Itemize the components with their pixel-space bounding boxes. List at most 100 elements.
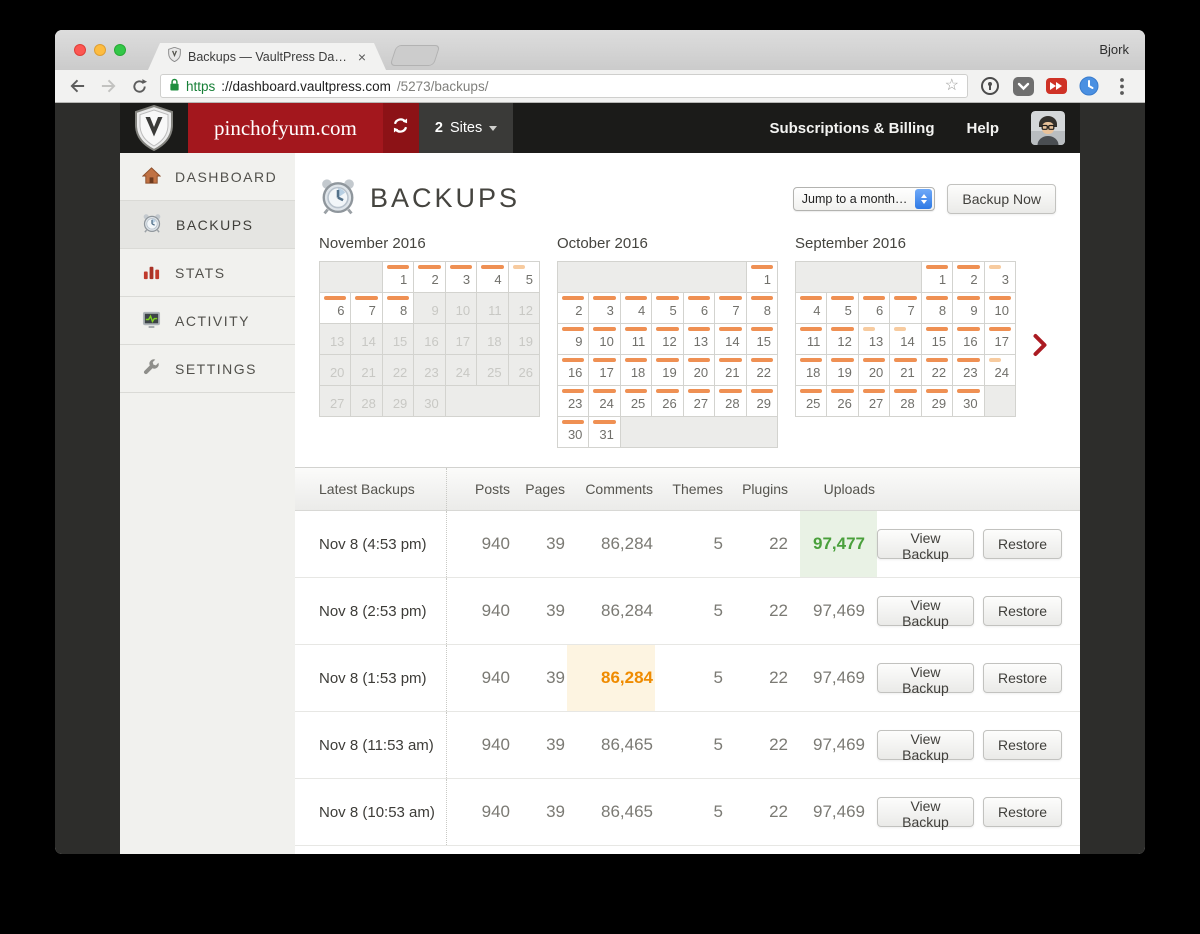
keyhole-circle-icon[interactable] (979, 75, 1001, 97)
calendar-day[interactable]: 12 (652, 324, 684, 355)
calendar-day[interactable]: 27 (683, 386, 716, 417)
new-tab-button[interactable] (389, 45, 441, 66)
calendar-day[interactable]: 4 (620, 293, 653, 324)
calendar-day[interactable]: 24 (984, 355, 1016, 386)
fast-forward-icon[interactable] (1045, 75, 1067, 97)
calendar-day[interactable]: 30 (953, 386, 985, 417)
sidebar-item-backups[interactable]: BACKUPS (120, 201, 295, 249)
close-window-button[interactable] (74, 44, 86, 56)
calendar-day[interactable]: 6 (683, 293, 716, 324)
calendar-day[interactable]: 2 (558, 293, 590, 324)
calendar-day[interactable]: 1 (746, 262, 778, 293)
avatar[interactable] (1031, 111, 1065, 145)
restore-button[interactable]: Restore (982, 663, 1062, 693)
calendar-day[interactable]: 25 (796, 386, 828, 417)
calendar-day[interactable]: 28 (715, 386, 747, 417)
view-backup-button[interactable]: View Backup (877, 529, 974, 562)
restore-button[interactable]: Restore (982, 596, 1062, 626)
calendar-day[interactable]: 6 (320, 293, 352, 324)
calendar-day[interactable]: 21 (890, 355, 922, 386)
forward-button[interactable] (98, 76, 118, 96)
calendar-day[interactable]: 19 (827, 355, 859, 386)
clock-icon[interactable] (1078, 75, 1100, 97)
calendar-day[interactable]: 3 (984, 262, 1016, 293)
calendar-day[interactable]: 3 (589, 293, 621, 324)
bookmark-star-icon[interactable]: ☆ (945, 78, 959, 94)
calendar-day[interactable]: 17 (984, 324, 1016, 355)
calendar-day[interactable]: 29 (921, 386, 954, 417)
zoom-window-button[interactable] (114, 44, 126, 56)
calendar-day[interactable]: 7 (715, 293, 747, 324)
calendar-day[interactable]: 28 (890, 386, 922, 417)
calendar-day[interactable]: 7 (890, 293, 922, 324)
minimize-window-button[interactable] (94, 44, 106, 56)
sidebar-item-settings[interactable]: SETTINGS (120, 345, 295, 393)
calendar-day[interactable]: 13 (683, 324, 716, 355)
calendar-day[interactable]: 26 (652, 386, 684, 417)
month-select[interactable]: Jump to a month… (792, 186, 936, 211)
calendar-day[interactable]: 16 (558, 355, 590, 386)
calendar-day[interactable]: 18 (620, 355, 653, 386)
browser-tab[interactable]: Backups — VaultPress Dashbo × (148, 43, 386, 70)
calendar-day[interactable]: 15 (746, 324, 778, 355)
calendar-day[interactable]: 7 (351, 293, 383, 324)
calendar-day[interactable]: 22 (921, 355, 954, 386)
calendar-day[interactable]: 3 (445, 262, 478, 293)
calendar-day[interactable]: 23 (558, 386, 590, 417)
calendar-day[interactable]: 20 (858, 355, 891, 386)
tab-close-icon[interactable]: × (358, 49, 366, 65)
current-site-button[interactable]: pinchofyum.com (188, 103, 383, 153)
calendar-day[interactable]: 8 (921, 293, 954, 324)
calendar-day[interactable]: 4 (477, 262, 509, 293)
vaultpress-logo-icon[interactable] (120, 103, 188, 153)
calendar-day[interactable]: 11 (620, 324, 653, 355)
view-backup-button[interactable]: View Backup (877, 596, 974, 629)
calendar-day[interactable]: 10 (589, 324, 621, 355)
calendar-day[interactable]: 14 (890, 324, 922, 355)
calendar-day[interactable]: 9 (558, 324, 590, 355)
calendar-day[interactable]: 14 (715, 324, 747, 355)
calendar-day[interactable]: 15 (921, 324, 954, 355)
calendar-day[interactable]: 10 (984, 293, 1016, 324)
calendar-day[interactable]: 17 (589, 355, 621, 386)
sidebar-item-dashboard[interactable]: DASHBOARD (120, 153, 295, 201)
calendar-day[interactable]: 16 (953, 324, 985, 355)
calendar-day[interactable]: 19 (652, 355, 684, 386)
calendar-day[interactable]: 8 (382, 293, 415, 324)
back-button[interactable] (67, 76, 87, 96)
nav-help[interactable]: Help (966, 103, 999, 153)
calendar-day[interactable]: 23 (953, 355, 985, 386)
calendar-day[interactable]: 9 (953, 293, 985, 324)
address-bar[interactable]: https://dashboard.vaultpress.com/5273/ba… (160, 74, 968, 98)
calendar-day[interactable]: 30 (558, 417, 590, 448)
view-backup-button[interactable]: View Backup (877, 797, 974, 830)
menu-icon[interactable] (1111, 75, 1133, 97)
calendar-day[interactable]: 2 (414, 262, 446, 293)
calendar-day[interactable]: 1 (382, 262, 415, 293)
view-backup-button[interactable]: View Backup (877, 730, 974, 763)
calendar-day[interactable]: 31 (589, 417, 621, 448)
calendar-day[interactable]: 26 (827, 386, 859, 417)
restore-button[interactable]: Restore (982, 529, 1062, 559)
calendar-day[interactable]: 5 (652, 293, 684, 324)
sidebar-item-activity[interactable]: ACTIVITY (120, 297, 295, 345)
calendar-day[interactable]: 20 (683, 355, 716, 386)
calendar-day[interactable]: 5 (827, 293, 859, 324)
calendar-day[interactable]: 13 (858, 324, 891, 355)
calendar-day[interactable]: 29 (746, 386, 778, 417)
restore-button[interactable]: Restore (982, 730, 1062, 760)
calendar-day[interactable]: 8 (746, 293, 778, 324)
calendar-day[interactable]: 2 (953, 262, 985, 293)
calendar-day[interactable]: 24 (589, 386, 621, 417)
calendar-day[interactable]: 4 (796, 293, 828, 324)
sync-site-button[interactable] (382, 103, 419, 153)
pocket-icon[interactable] (1012, 75, 1034, 97)
calendar-day[interactable]: 21 (715, 355, 747, 386)
reload-button[interactable] (129, 76, 149, 96)
calendar-day[interactable]: 6 (858, 293, 891, 324)
view-backup-button[interactable]: View Backup (877, 663, 974, 696)
backup-now-button[interactable]: Backup Now (947, 183, 1056, 214)
calendar-day[interactable]: 27 (858, 386, 891, 417)
calendar-day[interactable]: 11 (796, 324, 828, 355)
restore-button[interactable]: Restore (982, 797, 1062, 827)
